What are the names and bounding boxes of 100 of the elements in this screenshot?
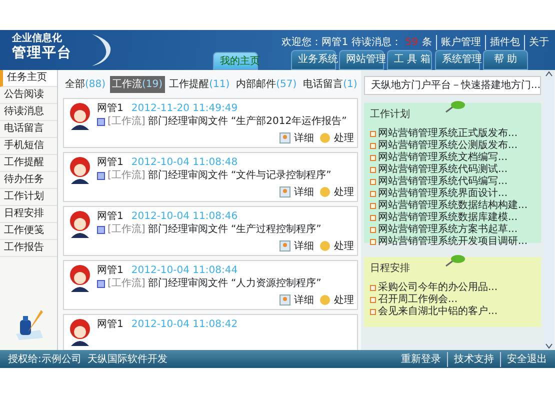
message-tag: [工作流] [108, 169, 146, 182]
footer-link[interactable]: 技术支持 [447, 352, 494, 366]
message-tag: [工作流] [108, 223, 146, 236]
note-item[interactable]: 网站营销管理系统文档编写... [370, 152, 535, 164]
note-item[interactable]: 召开周工作例会... [370, 294, 535, 306]
nav-tab[interactable]: 网站管理 [339, 50, 384, 70]
details-icon [279, 240, 291, 252]
action-link[interactable]: 处理 [319, 238, 354, 254]
pushpin-icon [444, 99, 466, 113]
action-link[interactable]: 处理 [319, 184, 354, 200]
message-text: 部门经理审阅文件 “人力资源控制程序” [148, 277, 322, 290]
schedule-title: 日程安排 [370, 262, 411, 276]
message-time: 2012-10-04 11:08:42 [131, 319, 238, 330]
bullet-icon [370, 239, 376, 245]
message-time: 2012-10-04 11:08:44 [131, 265, 238, 276]
logo-title: 管理平台 [12, 45, 73, 62]
footer-link[interactable]: 重新登录 [401, 352, 441, 366]
note-item[interactable]: 网站营销管理系统方案书起草... [370, 224, 535, 236]
note-item[interactable]: 网站营销管理系统数据库建模... [370, 212, 535, 224]
message-tag: [工作流] [108, 277, 146, 290]
portal-link[interactable]: 天纵地方门户平台－快速搭建地方门... [364, 76, 541, 95]
message-text: 部门经理审阅文件 “文件与记录控制程序” [148, 169, 332, 182]
bullet-icon [370, 191, 376, 197]
user-name: 网管1 [97, 103, 124, 114]
note-item[interactable]: 网站营销管理系统界面设计... [370, 188, 535, 200]
bullet-icon [370, 285, 376, 291]
user-name: 网管1 [97, 157, 124, 168]
action-link[interactable]: 详细 [279, 292, 314, 308]
workflow-icon [97, 118, 105, 126]
filter-tab[interactable]: 全部(88) [63, 76, 108, 93]
process-icon [319, 240, 331, 252]
message-text: 部门经理审阅文件 “生产过程控制程序” [148, 223, 322, 236]
ink-bottle-and-quill-icon [14, 308, 44, 340]
note-item[interactable]: 网站营销管理系统代码编写... [370, 176, 535, 188]
license-text: 授权给:示例公司 [8, 352, 82, 366]
action-link[interactable]: 处理 [319, 130, 354, 146]
unit-text: 条 [422, 36, 432, 50]
avatar-icon [67, 156, 93, 184]
bullet-icon [370, 167, 376, 173]
sidebar-item[interactable]: 工作报告 [0, 240, 57, 257]
sidebar-item[interactable]: 公告阅读 [0, 87, 57, 104]
message-time: 2012-10-04 11:08:48 [131, 157, 238, 168]
bullet-icon [370, 155, 376, 161]
nav-tab[interactable]: 工 具 箱 [387, 50, 432, 70]
scrollbar[interactable] [544, 70, 554, 350]
sidebar-item[interactable]: 电话留言 [0, 121, 57, 138]
filter-tab[interactable]: 工作流(19) [110, 76, 165, 93]
action-link[interactable]: 处理 [319, 292, 354, 308]
note-item[interactable]: 网站营销管理系统公测版发布... [370, 140, 535, 152]
nav-tab[interactable]: 业务系统 [291, 50, 336, 70]
pushpin-icon [444, 253, 466, 267]
bullet-icon [370, 215, 376, 221]
sidebar-item[interactable]: 待办任务 [0, 172, 57, 189]
bullet-icon [370, 297, 376, 303]
filter-tab[interactable]: 电话留言(1) [301, 76, 360, 93]
process-icon [319, 132, 331, 144]
footer-link[interactable]: 安全退出 [500, 352, 547, 366]
action-link[interactable]: 详细 [279, 184, 314, 200]
bullet-icon [370, 309, 376, 315]
details-icon [279, 186, 291, 198]
message-text: 部门经理审阅文件 “生产部2012年运作报告” [148, 115, 347, 128]
filter-tab[interactable]: 工作提醒(11) [167, 76, 232, 93]
details-icon [279, 294, 291, 306]
note-item[interactable]: 网站营销管理系统正式版发布... [370, 128, 535, 140]
sidebar-item[interactable]: 手机短信 [0, 138, 57, 155]
action-link[interactable]: 详细 [279, 130, 314, 146]
avatar-icon [67, 264, 93, 292]
avatar-icon [67, 318, 93, 346]
note-item[interactable]: 网站营销管理系统开发项目调研... [370, 236, 535, 248]
note-item[interactable]: 会见来自湖北中铝的客户... [370, 306, 535, 318]
sidebar-item[interactable]: 日程安排 [0, 206, 57, 223]
note-item[interactable]: 网站营销管理系统代码测试... [370, 164, 535, 176]
work-plan-title: 工作计划 [370, 108, 411, 122]
bullet-icon [370, 131, 376, 137]
bullet-icon [370, 143, 376, 149]
workflow-icon [97, 172, 105, 180]
nav-tab[interactable]: 系统管理 [435, 50, 480, 70]
action-link[interactable]: 详细 [279, 238, 314, 254]
nav-tab[interactable]: 我的主页 [213, 52, 258, 70]
user-name: 网管1 [97, 319, 124, 330]
process-icon [319, 294, 331, 306]
sidebar-item[interactable]: 任务主页 [0, 70, 57, 87]
sidebar-item[interactable]: 待读消息 [0, 104, 57, 121]
workflow-icon [97, 280, 105, 288]
message-time: 2012-11-20 11:49:49 [131, 103, 238, 114]
sidebar-item[interactable]: 工作提醒 [0, 155, 57, 172]
developer-text: 天纵国际软件开发 [87, 352, 168, 366]
note-item[interactable]: 网站营销管理系统数据结构构建... [370, 200, 535, 212]
bullet-icon [370, 179, 376, 185]
sidebar-item[interactable]: 工作计划 [0, 189, 57, 206]
note-item[interactable]: 采购公司今年的办公用品... [370, 282, 535, 294]
user-name: 网管1 [97, 265, 124, 276]
nav-tab[interactable]: 帮 助 [483, 50, 528, 70]
user-name: 网管1 [97, 211, 124, 222]
message-time: 2012-10-04 11:08:46 [131, 211, 238, 222]
sidebar-item[interactable]: 工作便笺 [0, 223, 57, 240]
filter-tab[interactable]: 内部邮件(57) [234, 76, 299, 93]
process-icon [319, 186, 331, 198]
header-link[interactable]: 关于 [524, 35, 549, 50]
bullet-icon [370, 203, 376, 209]
